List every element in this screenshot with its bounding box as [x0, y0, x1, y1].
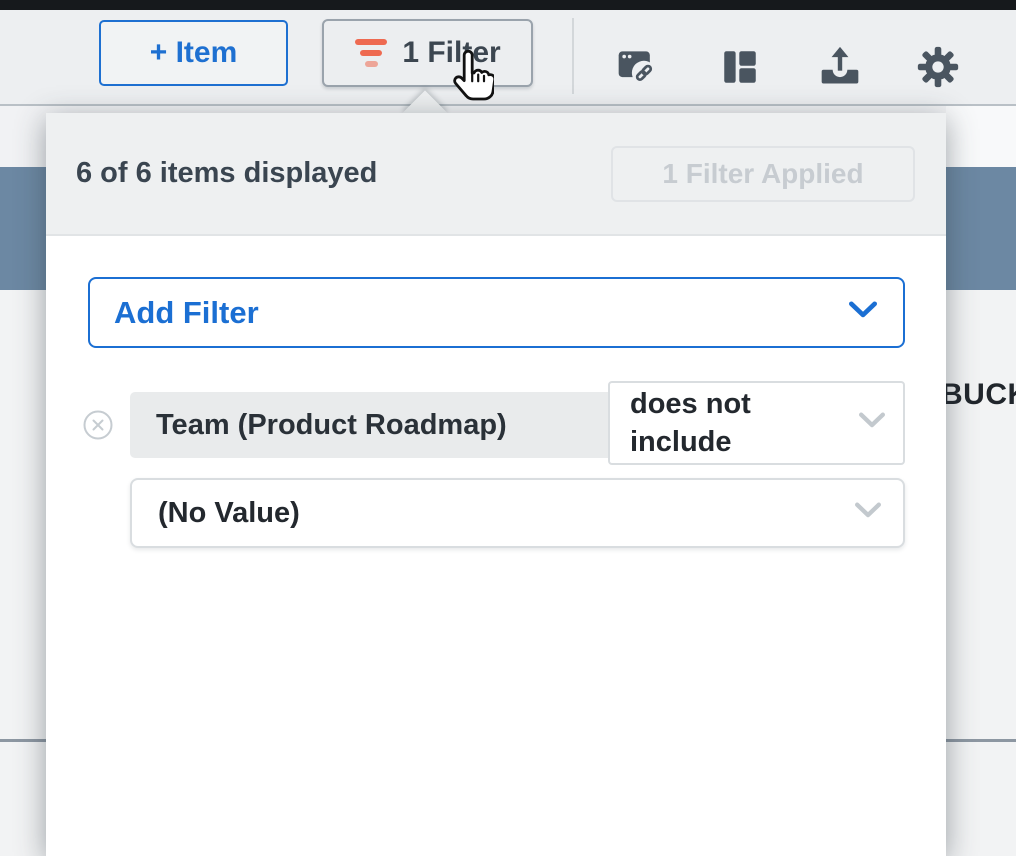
filter-popover-header: 6 of 6 items displayed 1 Filter Applied [46, 113, 946, 236]
add-item-button[interactable]: + Item [99, 20, 288, 86]
chevron-down-icon [859, 412, 885, 434]
filter-field-label: Team (Product Roadmap) [156, 409, 507, 442]
page-background-band-right [946, 106, 1016, 167]
layout-button[interactable] [716, 43, 764, 91]
items-displayed-summary: 6 of 6 items displayed [76, 157, 377, 190]
chevron-down-icon [849, 301, 877, 324]
screen: BUCK + Item 1 Filter [0, 0, 1016, 856]
filter-value-select[interactable]: (No Value) [130, 478, 905, 548]
column-header-bucket: BUCK [941, 378, 1016, 412]
add-item-label: + Item [150, 36, 238, 70]
filter-popover: 6 of 6 items displayed 1 Filter Applied … [46, 113, 946, 856]
toolbar-divider [572, 18, 574, 94]
add-filter-label: Add Filter [114, 295, 259, 331]
filter-icon [354, 39, 388, 67]
settings-button[interactable] [914, 43, 962, 91]
remove-filter-button[interactable] [82, 409, 114, 441]
filter-operator-label: does not include [630, 385, 830, 461]
filter-value-label: (No Value) [158, 497, 300, 530]
settings-gear-icon [916, 45, 960, 89]
chevron-down-icon [855, 502, 881, 524]
filter-applied-button[interactable]: 1 Filter Applied [611, 146, 915, 202]
share-link-icon [615, 45, 659, 89]
filter-field-chip[interactable]: Team (Product Roadmap) [130, 392, 608, 458]
filter-applied-label: 1 Filter Applied [662, 158, 863, 190]
share-link-button[interactable] [613, 43, 661, 91]
export-button[interactable] [816, 43, 864, 91]
layout-icon [719, 46, 761, 88]
top-strip [0, 0, 1016, 10]
filter-operator-select[interactable]: does not include [608, 381, 905, 465]
add-filter-select[interactable]: Add Filter [88, 277, 905, 348]
export-upload-icon [818, 45, 862, 89]
filter-button-label: 1 Filter [402, 36, 500, 70]
circle-x-icon [82, 429, 114, 444]
toolbar: + Item 1 Filter [0, 10, 1016, 106]
filter-button[interactable]: 1 Filter [322, 19, 533, 87]
